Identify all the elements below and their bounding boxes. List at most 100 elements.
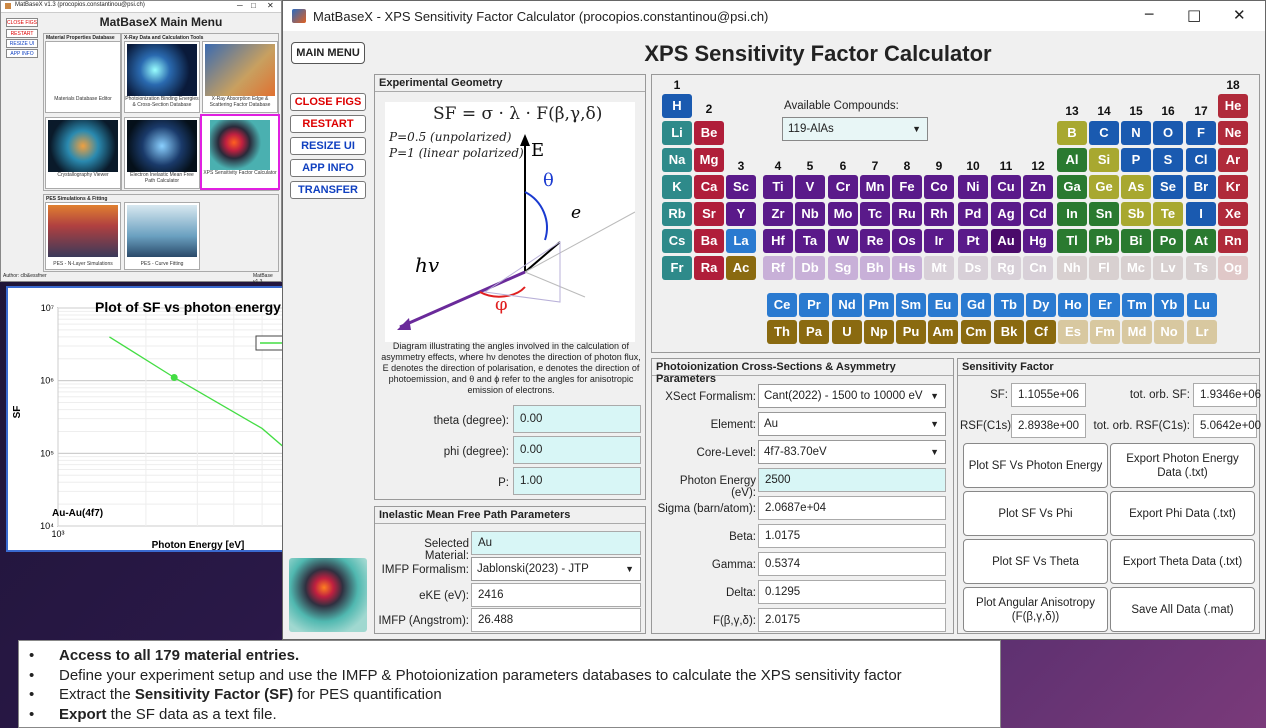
element-rf[interactable]: Rf — [763, 256, 793, 280]
element-tb[interactable]: Tb — [994, 293, 1024, 317]
element-n[interactable]: N — [1121, 121, 1151, 145]
plot-angular-anisotropy-button[interactable]: Plot Angular Anisotropy (F(β,γ,δ)) — [963, 587, 1108, 632]
beta-value[interactable]: 1.0175 — [758, 524, 946, 548]
element-cu[interactable]: Cu — [991, 175, 1021, 199]
element-br[interactable]: Br — [1186, 175, 1216, 199]
element-nd[interactable]: Nd — [832, 293, 862, 317]
element-no[interactable]: No — [1154, 320, 1184, 344]
plot-sf-vs-phi-button[interactable]: Plot SF Vs Phi — [963, 491, 1108, 536]
element-db[interactable]: Db — [795, 256, 825, 280]
tot-rsf-value[interactable]: 5.0642e+00 — [1193, 414, 1261, 438]
element-md[interactable]: Md — [1122, 320, 1152, 344]
element-pu[interactable]: Pu — [896, 320, 926, 344]
element-ag[interactable]: Ag — [991, 202, 1021, 226]
p-input[interactable]: 1.00 — [513, 467, 641, 495]
element-es[interactable]: Es — [1058, 320, 1088, 344]
f-value[interactable]: 2.0175 — [758, 608, 946, 632]
element-ge[interactable]: Ge — [1089, 175, 1119, 199]
tile-xps-sf[interactable]: XPS Sensitivity Factor Calculator — [200, 114, 280, 190]
element-c[interactable]: C — [1089, 121, 1119, 145]
maximize-icon[interactable]: □ — [1187, 6, 1201, 24]
element-la[interactable]: La — [726, 229, 756, 253]
element-h[interactable]: H — [662, 94, 692, 118]
element-am[interactable]: Am — [928, 320, 958, 344]
element-lv[interactable]: Lv — [1153, 256, 1183, 280]
element-be[interactable]: Be — [694, 121, 724, 145]
element-rb[interactable]: Rb — [662, 202, 692, 226]
close-icon[interactable]: ✕ — [267, 1, 274, 10]
element-np[interactable]: Np — [864, 320, 894, 344]
element-po[interactable]: Po — [1153, 229, 1183, 253]
element-mc[interactable]: Mc — [1121, 256, 1151, 280]
element-bk[interactable]: Bk — [994, 320, 1024, 344]
transfer-button[interactable]: TRANSFER — [290, 181, 366, 199]
element-gd[interactable]: Gd — [961, 293, 991, 317]
element-hf[interactable]: Hf — [763, 229, 793, 253]
sf-value[interactable]: 1.1055e+06 — [1011, 383, 1086, 407]
element-p[interactable]: P — [1121, 148, 1151, 172]
menu-btn-restart[interactable]: RESTART — [6, 29, 38, 38]
element-ca[interactable]: Ca — [694, 175, 724, 199]
element-zn[interactable]: Zn — [1023, 175, 1053, 199]
element-sn[interactable]: Sn — [1089, 202, 1119, 226]
delta-value[interactable]: 0.1295 — [758, 580, 946, 604]
element-fe[interactable]: Fe — [892, 175, 922, 199]
element-rn[interactable]: Rn — [1218, 229, 1248, 253]
close-icon[interactable]: ✕ — [1233, 6, 1246, 24]
phi-input[interactable]: 0.00 — [513, 436, 641, 464]
element-ho[interactable]: Ho — [1058, 293, 1088, 317]
tile-pes-nlayer[interactable]: PES - N-Layer Simulations — [45, 202, 121, 270]
element-cm[interactable]: Cm — [961, 320, 991, 344]
tot-sf-value[interactable]: 1.9346e+06 — [1193, 383, 1261, 407]
element-hg[interactable]: Hg — [1023, 229, 1053, 253]
element-pd[interactable]: Pd — [958, 202, 988, 226]
element-cr[interactable]: Cr — [828, 175, 858, 199]
element-tl[interactable]: Tl — [1057, 229, 1087, 253]
element-k[interactable]: K — [662, 175, 692, 199]
element-nb[interactable]: Nb — [795, 202, 825, 226]
element-si[interactable]: Si — [1089, 148, 1119, 172]
menu-btn-app-info[interactable]: APP INFO — [6, 49, 38, 58]
rsf-value[interactable]: 2.8938e+00 — [1011, 414, 1086, 438]
element-w[interactable]: W — [828, 229, 858, 253]
element-fm[interactable]: Fm — [1090, 320, 1120, 344]
element-sr[interactable]: Sr — [694, 202, 724, 226]
tile-imfp[interactable]: Electron Inelastic Mean Free Path Calcul… — [124, 117, 200, 189]
element-ar[interactable]: Ar — [1218, 148, 1248, 172]
element-bi[interactable]: Bi — [1121, 229, 1151, 253]
element-sg[interactable]: Sg — [828, 256, 858, 280]
element-ir[interactable]: Ir — [924, 229, 954, 253]
app-info-button[interactable]: APP INFO — [290, 159, 366, 177]
element-mt[interactable]: Mt — [924, 256, 954, 280]
photon-energy-input[interactable]: 2500 — [758, 468, 946, 492]
element-yb[interactable]: Yb — [1154, 293, 1184, 317]
sigma-value[interactable]: 2.0687e+04 — [758, 496, 946, 520]
element-sm[interactable]: Sm — [896, 293, 926, 317]
element-s[interactable]: S — [1153, 148, 1183, 172]
element-as[interactable]: As — [1121, 175, 1151, 199]
element-sb[interactable]: Sb — [1121, 202, 1151, 226]
plot-sf-vs-theta-button[interactable]: Plot SF Vs Theta — [963, 539, 1108, 584]
element-co[interactable]: Co — [924, 175, 954, 199]
element-o[interactable]: O — [1153, 121, 1183, 145]
gamma-value[interactable]: 0.5374 — [758, 552, 946, 576]
element-pa[interactable]: Pa — [799, 320, 829, 344]
element-ts[interactable]: Ts — [1186, 256, 1216, 280]
element-ne[interactable]: Ne — [1218, 121, 1248, 145]
element-y[interactable]: Y — [726, 202, 756, 226]
menu-btn-resize[interactable]: RESIZE UI — [6, 39, 38, 48]
menu-btn-close-figs[interactable]: CLOSE FIGS — [6, 18, 38, 27]
minimize-icon[interactable]: ─ — [237, 1, 243, 10]
element-xe[interactable]: Xe — [1218, 202, 1248, 226]
element-he[interactable]: He — [1218, 94, 1248, 118]
element-u[interactable]: U — [832, 320, 862, 344]
tile-photoionization[interactable]: Photoionization Binding Energies & Cross… — [124, 41, 200, 113]
element-dy[interactable]: Dy — [1026, 293, 1056, 317]
element-rh[interactable]: Rh — [924, 202, 954, 226]
element-ni[interactable]: Ni — [958, 175, 988, 199]
element-ru[interactable]: Ru — [892, 202, 922, 226]
element-at[interactable]: At — [1186, 229, 1216, 253]
tile-crystallography[interactable]: Crystallography Viewer — [45, 117, 121, 189]
imfp-formalism-dropdown[interactable]: Jablonski(2023) - JTP ▼ — [471, 557, 641, 581]
element-pb[interactable]: Pb — [1089, 229, 1119, 253]
